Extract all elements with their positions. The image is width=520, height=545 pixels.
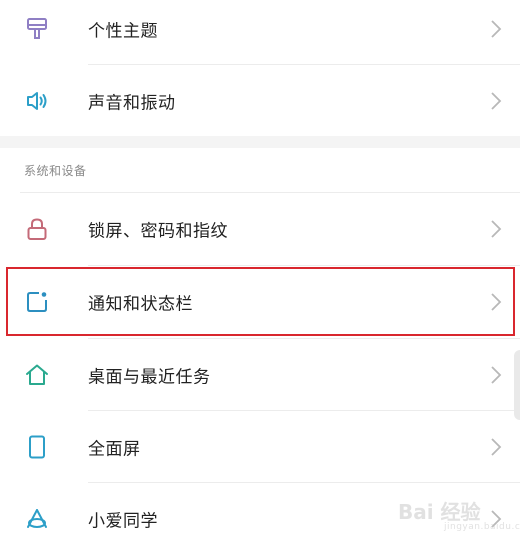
section-separator [0,136,520,148]
section-header: 系统和设备 [24,164,87,178]
settings-item-theme[interactable]: 个性主题 [0,0,520,65]
theme-icon [23,15,51,43]
settings-item-sound[interactable]: 声音和振动 [0,65,520,137]
lock-icon [23,215,51,243]
home-icon [23,361,51,389]
settings-item-lockscreen[interactable]: 锁屏、密码和指纹 [0,193,520,265]
settings-screen: 个性主题 声音和振动 系统和设备 锁屏、密码和指纹 通知和状态栏 桌面与最近任务… [0,0,520,545]
settings-item-label: 锁屏、密码和指纹 [88,221,228,242]
watermark-text: Bai 经验 [398,500,481,524]
xiaoai-icon [23,505,51,533]
settings-item-label: 桌面与最近任务 [88,367,211,388]
settings-item-notification[interactable]: 通知和状态栏 [0,266,520,338]
chevron-right-icon [491,20,502,38]
phone-icon [23,433,51,461]
notification-icon [23,288,51,316]
settings-item-home[interactable]: 桌面与最近任务 [0,339,520,411]
settings-item-fullscreen[interactable]: 全面屏 [0,411,520,483]
settings-item-label: 个性主题 [88,21,158,42]
chevron-right-icon [491,438,502,456]
settings-item-label: 小爱同学 [88,511,158,532]
settings-item-label: 全面屏 [88,439,141,460]
settings-item-label: 通知和状态栏 [88,294,193,315]
chevron-right-icon [491,366,502,384]
chevron-right-icon [491,293,502,311]
sound-icon [23,87,51,115]
chevron-right-icon [491,220,502,238]
watermark-url: jingyan.baidu.com [444,522,520,532]
settings-item-label: 声音和振动 [88,93,176,114]
baidu-watermark: Bai 经验 jingyan.baidu.com [398,488,520,538]
scroll-handle[interactable] [514,350,520,420]
chevron-right-icon [491,92,502,110]
